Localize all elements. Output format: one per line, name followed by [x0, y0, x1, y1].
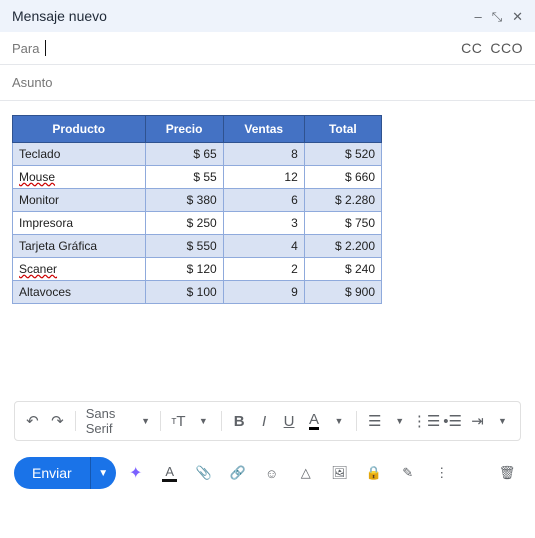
bold-button[interactable]: B [228, 407, 251, 435]
cc-toggle[interactable]: CC [461, 40, 482, 56]
cell-producto: Monitor [13, 189, 146, 212]
close-icon[interactable]: ✕ [512, 10, 523, 23]
cell-ventas: 2 [223, 258, 304, 281]
cell-precio: $ 550 [145, 235, 223, 258]
subject-field[interactable]: Asunto [0, 65, 535, 101]
to-label: Para [12, 41, 39, 56]
cco-toggle[interactable]: CCO [490, 40, 523, 56]
cell-ventas: 8 [223, 143, 304, 166]
table-row: Mouse$ 5512$ 660 [13, 166, 382, 189]
redo-button[interactable]: ↷ [46, 407, 69, 435]
numbered-list-button[interactable]: ⋮☰ [413, 407, 439, 435]
products-table: Producto Precio Ventas Total Teclado$ 65… [12, 115, 382, 304]
cell-ventas: 3 [223, 212, 304, 235]
compose-actions: Enviar ▼ ✦ A 📎 🔗 ☺ △ 🖼 🔒 ✎ ⋮ 🗑 [0, 451, 535, 503]
discard-trash-icon[interactable]: 🗑 [493, 459, 521, 487]
table-row: Teclado$ 658$ 520 [13, 143, 382, 166]
table-header-row: Producto Precio Ventas Total [13, 116, 382, 143]
drive-icon[interactable]: △ [292, 459, 320, 487]
undo-button[interactable]: ↶ [21, 407, 44, 435]
col-precio: Precio [145, 116, 223, 143]
col-producto: Producto [13, 116, 146, 143]
cell-precio: $ 55 [145, 166, 223, 189]
table-row: Altavoces$ 1009$ 900 [13, 281, 382, 304]
cell-producto: Tarjeta Gráfica [13, 235, 146, 258]
send-button[interactable]: Enviar [14, 457, 90, 489]
chevron-down-icon[interactable]: ▼ [327, 407, 350, 435]
cell-total: $ 240 [304, 258, 381, 281]
cell-precio: $ 65 [145, 143, 223, 166]
text-color-button[interactable]: A [303, 407, 326, 435]
table-row: Scaner$ 1202$ 240 [13, 258, 382, 281]
bulleted-list-button[interactable]: •☰ [441, 407, 464, 435]
send-button-group: Enviar ▼ [14, 457, 116, 489]
chevron-down-icon[interactable]: ▼ [491, 407, 514, 435]
cell-precio: $ 100 [145, 281, 223, 304]
fullscreen-icon[interactable]: ⤡ [492, 10, 502, 23]
ai-sparkle-icon[interactable]: ✦ [122, 459, 150, 487]
indent-button[interactable]: ⇥ [466, 407, 489, 435]
subject-placeholder: Asunto [12, 75, 52, 90]
insert-image-icon[interactable]: 🖼 [326, 459, 354, 487]
minimize-icon[interactable]: – [474, 10, 481, 23]
cell-producto: Mouse [13, 166, 146, 189]
window-controls: – ⤡ ✕ [474, 10, 523, 23]
cell-producto: Scaner [13, 258, 146, 281]
insert-emoji-icon[interactable]: ☺ [258, 459, 286, 487]
text-cursor [45, 40, 46, 56]
cell-ventas: 4 [223, 235, 304, 258]
align-button[interactable]: ☰ [363, 407, 386, 435]
chevron-down-icon: ▼ [141, 416, 150, 426]
confidential-lock-icon[interactable]: 🔒 [360, 459, 388, 487]
underline-button[interactable]: U [278, 407, 301, 435]
font-family-dropdown[interactable]: Sans Serif ▼ [82, 406, 154, 436]
attach-file-icon[interactable]: 📎 [190, 459, 218, 487]
chevron-down-icon[interactable]: ▼ [192, 407, 215, 435]
cell-total: $ 2.280 [304, 189, 381, 212]
chevron-down-icon[interactable]: ▼ [388, 407, 411, 435]
cell-ventas: 6 [223, 189, 304, 212]
insert-link-icon[interactable]: 🔗 [224, 459, 252, 487]
col-total: Total [304, 116, 381, 143]
font-family-label: Sans Serif [86, 406, 137, 436]
compose-header: Mensaje nuevo – ⤡ ✕ [0, 0, 535, 32]
cell-total: $ 750 [304, 212, 381, 235]
cell-producto: Teclado [13, 143, 146, 166]
cell-producto: Altavoces [13, 281, 146, 304]
ink-pen-icon[interactable]: ✎ [394, 459, 422, 487]
cell-total: $ 2.200 [304, 235, 381, 258]
cell-precio: $ 380 [145, 189, 223, 212]
table-row: Tarjeta Gráfica$ 5504$ 2.200 [13, 235, 382, 258]
send-options-button[interactable]: ▼ [90, 457, 116, 489]
table-row: Impresora$ 2503$ 750 [13, 212, 382, 235]
compose-title: Mensaje nuevo [12, 8, 107, 24]
cell-total: $ 900 [304, 281, 381, 304]
cell-total: $ 660 [304, 166, 381, 189]
to-field-row[interactable]: Para CC CCO [0, 32, 535, 65]
compose-body[interactable]: Producto Precio Ventas Total Teclado$ 65… [0, 101, 535, 401]
cell-total: $ 520 [304, 143, 381, 166]
signature-pen-icon[interactable]: A [156, 459, 184, 487]
italic-button[interactable]: I [253, 407, 276, 435]
formatting-toolbar: ↶ ↷ Sans Serif ▼ тT ▼ B I U A ▼ ☰ ▼ ⋮☰ •… [14, 401, 521, 441]
col-ventas: Ventas [223, 116, 304, 143]
more-options-icon[interactable]: ⋮ [428, 459, 456, 487]
cell-precio: $ 120 [145, 258, 223, 281]
cell-ventas: 9 [223, 281, 304, 304]
cell-precio: $ 250 [145, 212, 223, 235]
table-row: Monitor$ 3806$ 2.280 [13, 189, 382, 212]
font-size-button[interactable]: тT [167, 407, 190, 435]
cell-producto: Impresora [13, 212, 146, 235]
cell-ventas: 12 [223, 166, 304, 189]
